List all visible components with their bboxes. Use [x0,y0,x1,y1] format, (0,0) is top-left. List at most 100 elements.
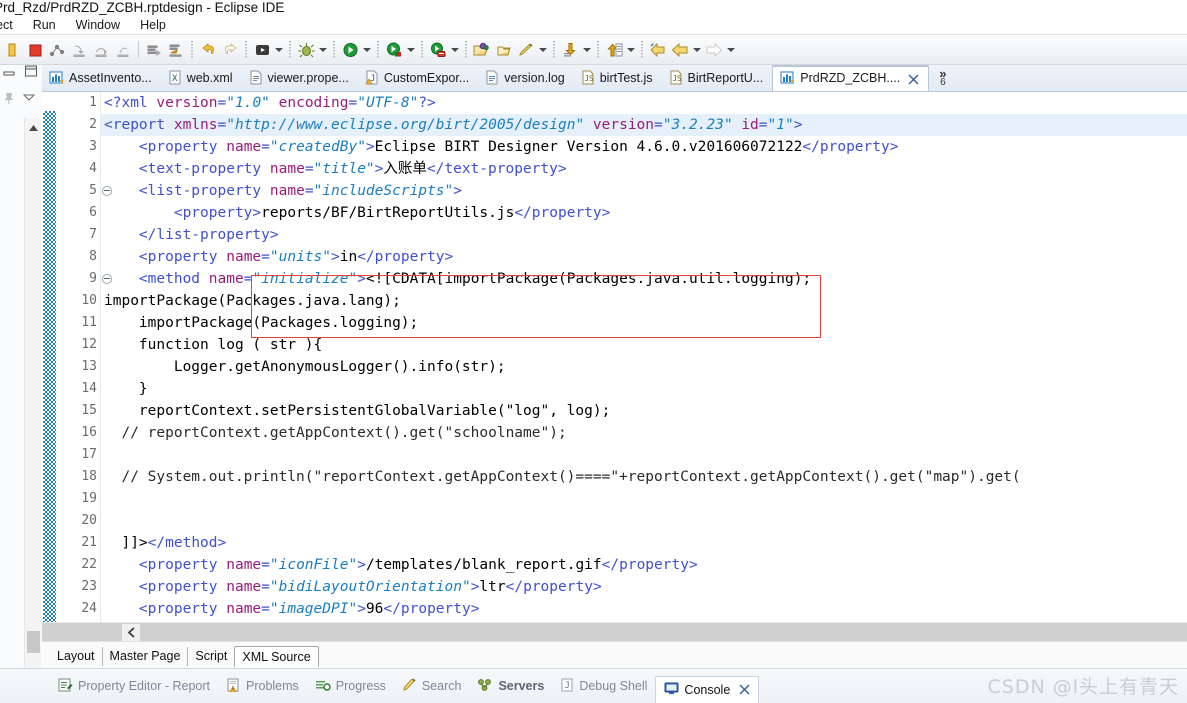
pin-view-icon[interactable] [2,91,16,108]
editor-tab-birtreportutils[interactable]: JS BirtReportU... [662,66,773,91]
menu-run[interactable]: Run [23,16,66,35]
close-icon[interactable] [908,74,919,85]
view-tab-console[interactable]: Console [655,675,760,703]
code-token: method [165,535,218,551]
open-type-icon[interactable] [493,39,515,61]
code-token: <? [104,95,122,111]
view-tab-search[interactable]: Search [394,673,470,699]
close-icon[interactable] [739,684,750,695]
editor-tab-prdrzd-zcbh[interactable]: PrdRZD_ZCBH.... [772,65,930,91]
import-icon[interactable] [603,39,625,61]
code-line[interactable]: <property>reports/BF/BirtReportUtils.js<… [101,202,1187,224]
code-line[interactable]: <report xmlns="http://www.eclipse.org/bi… [101,114,1187,136]
maximize-icon[interactable] [24,64,40,80]
coverage-dropdown-arrow[interactable] [405,39,417,61]
xml-source-editor[interactable]: 1 2 3 4 5 6 7 8 9 10 11 12 13 14 15 16 17 18 19 20 21 22 23 24 … [42,92,1187,622]
code-line[interactable] [101,488,1187,510]
code-line[interactable]: <text-property name="title">入账单</text-pr… [101,158,1187,180]
back-dropdown-arrow[interactable] [691,39,703,61]
editor-horizontal-scrollbar[interactable] [42,622,1187,642]
line-number: 12 [81,337,97,352]
back-icon[interactable] [669,39,691,61]
editor-tab-viewerproperties[interactable]: viewer.prope... [242,66,358,91]
page-tab-master-page[interactable]: Master Page [101,647,188,666]
scrollbar-thumb[interactable] [27,631,40,653]
code-text-area[interactable]: <?xml version="1.0" encoding="UTF-8"?> <r… [101,92,1187,622]
redo-icon[interactable] [219,39,241,61]
collapse-chevron-icon[interactable] [22,91,36,108]
editor-tab-assetinventory[interactable]: AssetInvento... [42,66,161,91]
step-over-icon[interactable] [90,39,112,61]
code-line[interactable]: </list-property> [101,224,1187,246]
step-into-icon[interactable] [68,39,90,61]
left-panel-scrollbar[interactable] [24,118,41,671]
tab-overflow-button[interactable]: » 6 [933,66,952,91]
code-line[interactable]: } [101,378,1187,400]
view-tab-servers[interactable]: Servers [469,673,552,699]
code-line[interactable]: <property name="units">in</property> [101,246,1187,268]
run-icon[interactable] [339,39,361,61]
menu-help[interactable]: Help [130,16,176,35]
menu-project[interactable]: ect [0,16,23,35]
code-line[interactable]: <property name="createdBy">Eclipse BIRT … [101,136,1187,158]
code-line[interactable]: <property name="imageDPI">96</property> [101,598,1187,620]
code-line[interactable]: // System.out.println("reportContext.get… [101,466,1187,488]
view-tab-progress[interactable]: Progress [307,673,394,699]
view-tab-property-editor[interactable]: Property Editor - Report [50,673,218,699]
run-last-tool-icon[interactable] [143,39,165,61]
code-line[interactable]: <property name="iconFile">/templates/bla… [101,554,1187,576]
debug-last-tool-icon[interactable] [165,39,187,61]
run-server-dropdown-arrow[interactable] [449,39,461,61]
step-return-icon[interactable] [112,39,134,61]
export-icon[interactable] [559,39,581,61]
view-tab-debug-shell[interactable]: J Debug Shell [552,673,655,699]
run-dropdown-arrow[interactable] [361,39,373,61]
export-dropdown-arrow[interactable] [581,39,593,61]
coverage-icon[interactable] [383,39,405,61]
run-server-icon[interactable] [427,39,449,61]
code-line[interactable]: reportContext.setPersistentGlobalVariabl… [101,400,1187,422]
scroll-up-icon[interactable] [28,122,39,136]
stop-icon[interactable] [24,39,46,61]
code-line[interactable]: function log ( str ){ [101,334,1187,356]
new-wizard-icon[interactable] [471,39,493,61]
editor-tab-webxml[interactable]: X web.xml [161,66,242,91]
code-line[interactable]: importPackage(Packages.logging); [101,312,1187,334]
restore-icon[interactable] [2,64,18,80]
profile-icon[interactable] [46,39,68,61]
import-dropdown-arrow[interactable] [625,39,637,61]
code-line[interactable]: ]]></method> [101,532,1187,554]
code-line[interactable] [101,510,1187,532]
editor-tab-versionlog[interactable]: version.log [478,66,573,91]
debug-icon[interactable] [295,39,317,61]
previous-annotation-icon[interactable] [647,39,669,61]
scroll-left-icon[interactable] [122,623,140,641]
view-tab-problems[interactable]: Problems [218,673,307,699]
code-line[interactable]: // reportContext.getAppContext().get("sc… [101,422,1187,444]
code-line[interactable] [101,444,1187,466]
forward-dropdown-arrow[interactable] [725,39,737,61]
code-line[interactable]: <property name="bidiLayoutOrientation">l… [101,576,1187,598]
edit-icon[interactable] [515,39,537,61]
code-line[interactable]: <method name="initialize"><![CDATA[impor… [101,268,1187,290]
code-line[interactable]: <list-property name="includeScripts"> [101,180,1187,202]
code-line[interactable]: Logger.getAnonymousLogger().info(str); [101,356,1187,378]
scrollbar-track[interactable] [140,622,1187,642]
edit-dropdown-arrow[interactable] [537,39,549,61]
page-tab-layout[interactable]: Layout [50,647,102,666]
menu-window[interactable]: Window [66,16,130,35]
undo-icon[interactable] [197,39,219,61]
editor-tab-customexport[interactable]: J CustomExpor... [358,66,478,91]
page-tab-xml-source[interactable]: XML Source [234,646,319,667]
run-as-dropdown-arrow[interactable] [273,39,285,61]
code-line[interactable]: importPackage(Packages.java.lang); [101,290,1187,312]
run-as-icon[interactable] [251,39,273,61]
annotation-ruler[interactable] [42,92,56,622]
page-tab-script[interactable]: Script [187,647,234,666]
code-line[interactable]: <?xml version="1.0" encoding="UTF-8"?> [101,92,1187,114]
debug-dropdown-arrow[interactable] [317,39,329,61]
editor-tab-birttestjs[interactable]: JS birtTest.js [574,66,662,91]
forward-icon[interactable] [703,39,725,61]
save-icon[interactable] [2,39,24,61]
